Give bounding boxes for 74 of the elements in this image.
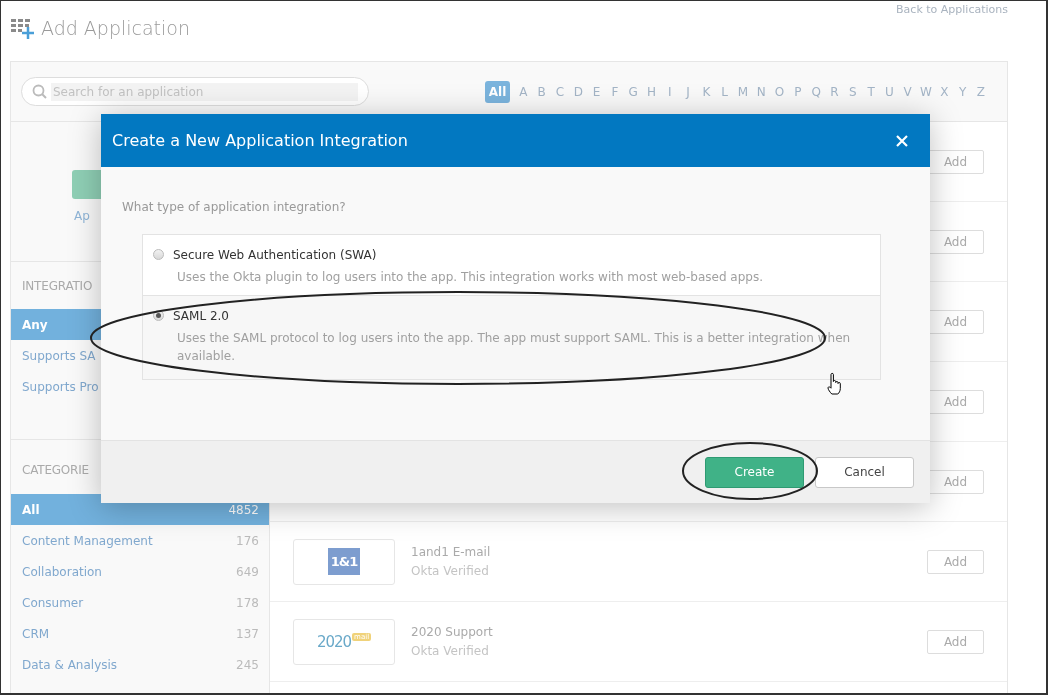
letter-filter[interactable]: A	[514, 80, 533, 103]
add-button[interactable]: Add	[927, 549, 984, 574]
letter-filter[interactable]: I	[660, 80, 679, 103]
letter-filter[interactable]: W	[916, 80, 936, 103]
dialog-question: What type of application integration?	[122, 200, 347, 214]
letter-filter[interactable]: M	[733, 80, 753, 103]
app-status: Okta Verified	[411, 564, 490, 578]
letter-filter[interactable]: X	[935, 80, 954, 103]
letter-filter[interactable]: S	[843, 80, 862, 103]
letter-filter[interactable]: G	[624, 80, 643, 103]
app-name: 2020 Support	[411, 625, 494, 639]
add-button[interactable]: Add	[927, 229, 984, 254]
letter-filter[interactable]: D	[569, 80, 588, 103]
option-title: SAML 2.0	[173, 309, 230, 323]
category-count: 245	[236, 657, 259, 672]
category-count: 137	[236, 626, 259, 641]
letter-filter[interactable]: V	[898, 80, 917, 103]
dialog-title: Create a New Application Integration	[112, 131, 408, 150]
letter-filter[interactable]: P	[788, 80, 808, 103]
section-heading: CATEGORIE	[22, 462, 89, 478]
category-label: Collaboration	[22, 564, 102, 579]
add-button[interactable]: Add	[927, 629, 984, 654]
letter-filter[interactable]: Y	[953, 80, 972, 103]
add-button[interactable]: Add	[927, 389, 984, 414]
category-label: Consumer	[22, 595, 84, 610]
letter-filter[interactable]: K	[697, 80, 716, 103]
letter-filter[interactable]: R	[825, 80, 844, 103]
cancel-button[interactable]: Cancel	[815, 456, 914, 488]
add-button[interactable]: Add	[927, 149, 984, 174]
option-description: Uses the Okta plugin to log users into the app. This integration works with most web-based apps.	[176, 269, 764, 286]
option-title: Secure Web Authentication (SWA)	[173, 248, 378, 262]
category-item[interactable]: Collaboration 649	[11, 556, 269, 587]
letter-filter[interactable]: L	[715, 80, 734, 103]
letter-filter[interactable]: B	[532, 80, 551, 103]
app-name: 1and1 E-mail	[411, 545, 492, 559]
create-button[interactable]: Create	[705, 456, 804, 488]
letter-filter[interactable]: E	[587, 80, 606, 103]
back-link[interactable]: Back to Applications	[896, 3, 1008, 16]
category-count: 178	[236, 595, 259, 610]
letter-filter[interactable]: C	[550, 80, 570, 103]
letter-filter[interactable]: H	[642, 80, 661, 103]
add-button[interactable]: Add	[927, 309, 984, 334]
letter-filter[interactable]: U	[880, 80, 899, 103]
letter-filter[interactable]: N	[752, 80, 771, 103]
radio-button[interactable]	[153, 310, 164, 321]
category-count: 4852	[228, 502, 259, 517]
logo-text: 1&1	[327, 548, 361, 575]
letter-filter[interactable]: J	[678, 80, 698, 103]
category-item[interactable]: CRM 137	[11, 618, 269, 649]
apps-link[interactable]: Ap	[74, 209, 90, 223]
letter-filter[interactable]: Z	[971, 80, 990, 103]
app-status: Okta Verified	[411, 644, 490, 658]
search-icon	[32, 84, 47, 99]
logo-text: 2020	[316, 632, 352, 651]
page-title: Add Application	[41, 17, 190, 39]
category-label: Content Management	[22, 533, 153, 548]
category-item[interactable]: Data & Analysis 245	[11, 649, 269, 680]
section-heading: INTEGRATIO	[22, 278, 93, 294]
letter-filter[interactable]: All	[484, 80, 511, 103]
add-apps-icon	[11, 17, 35, 39]
category-item[interactable]: Consumer 178	[11, 587, 269, 618]
category-count: 176	[236, 533, 259, 548]
radio-button[interactable]	[153, 249, 164, 260]
letter-filter[interactable]: F	[605, 80, 625, 103]
category-item[interactable]: Content Management 176	[11, 525, 269, 556]
category-count: 649	[236, 564, 259, 579]
category-label: CRM	[22, 626, 50, 641]
close-icon[interactable]	[896, 134, 908, 147]
category-label: Data & Analysis	[22, 657, 118, 672]
add-button[interactable]: Add	[927, 469, 984, 494]
letter-filter[interactable]: T	[861, 80, 881, 103]
letter-filter[interactable]: Q	[807, 80, 826, 103]
letter-filter[interactable]: O	[770, 80, 789, 103]
category-label: All	[22, 502, 40, 517]
